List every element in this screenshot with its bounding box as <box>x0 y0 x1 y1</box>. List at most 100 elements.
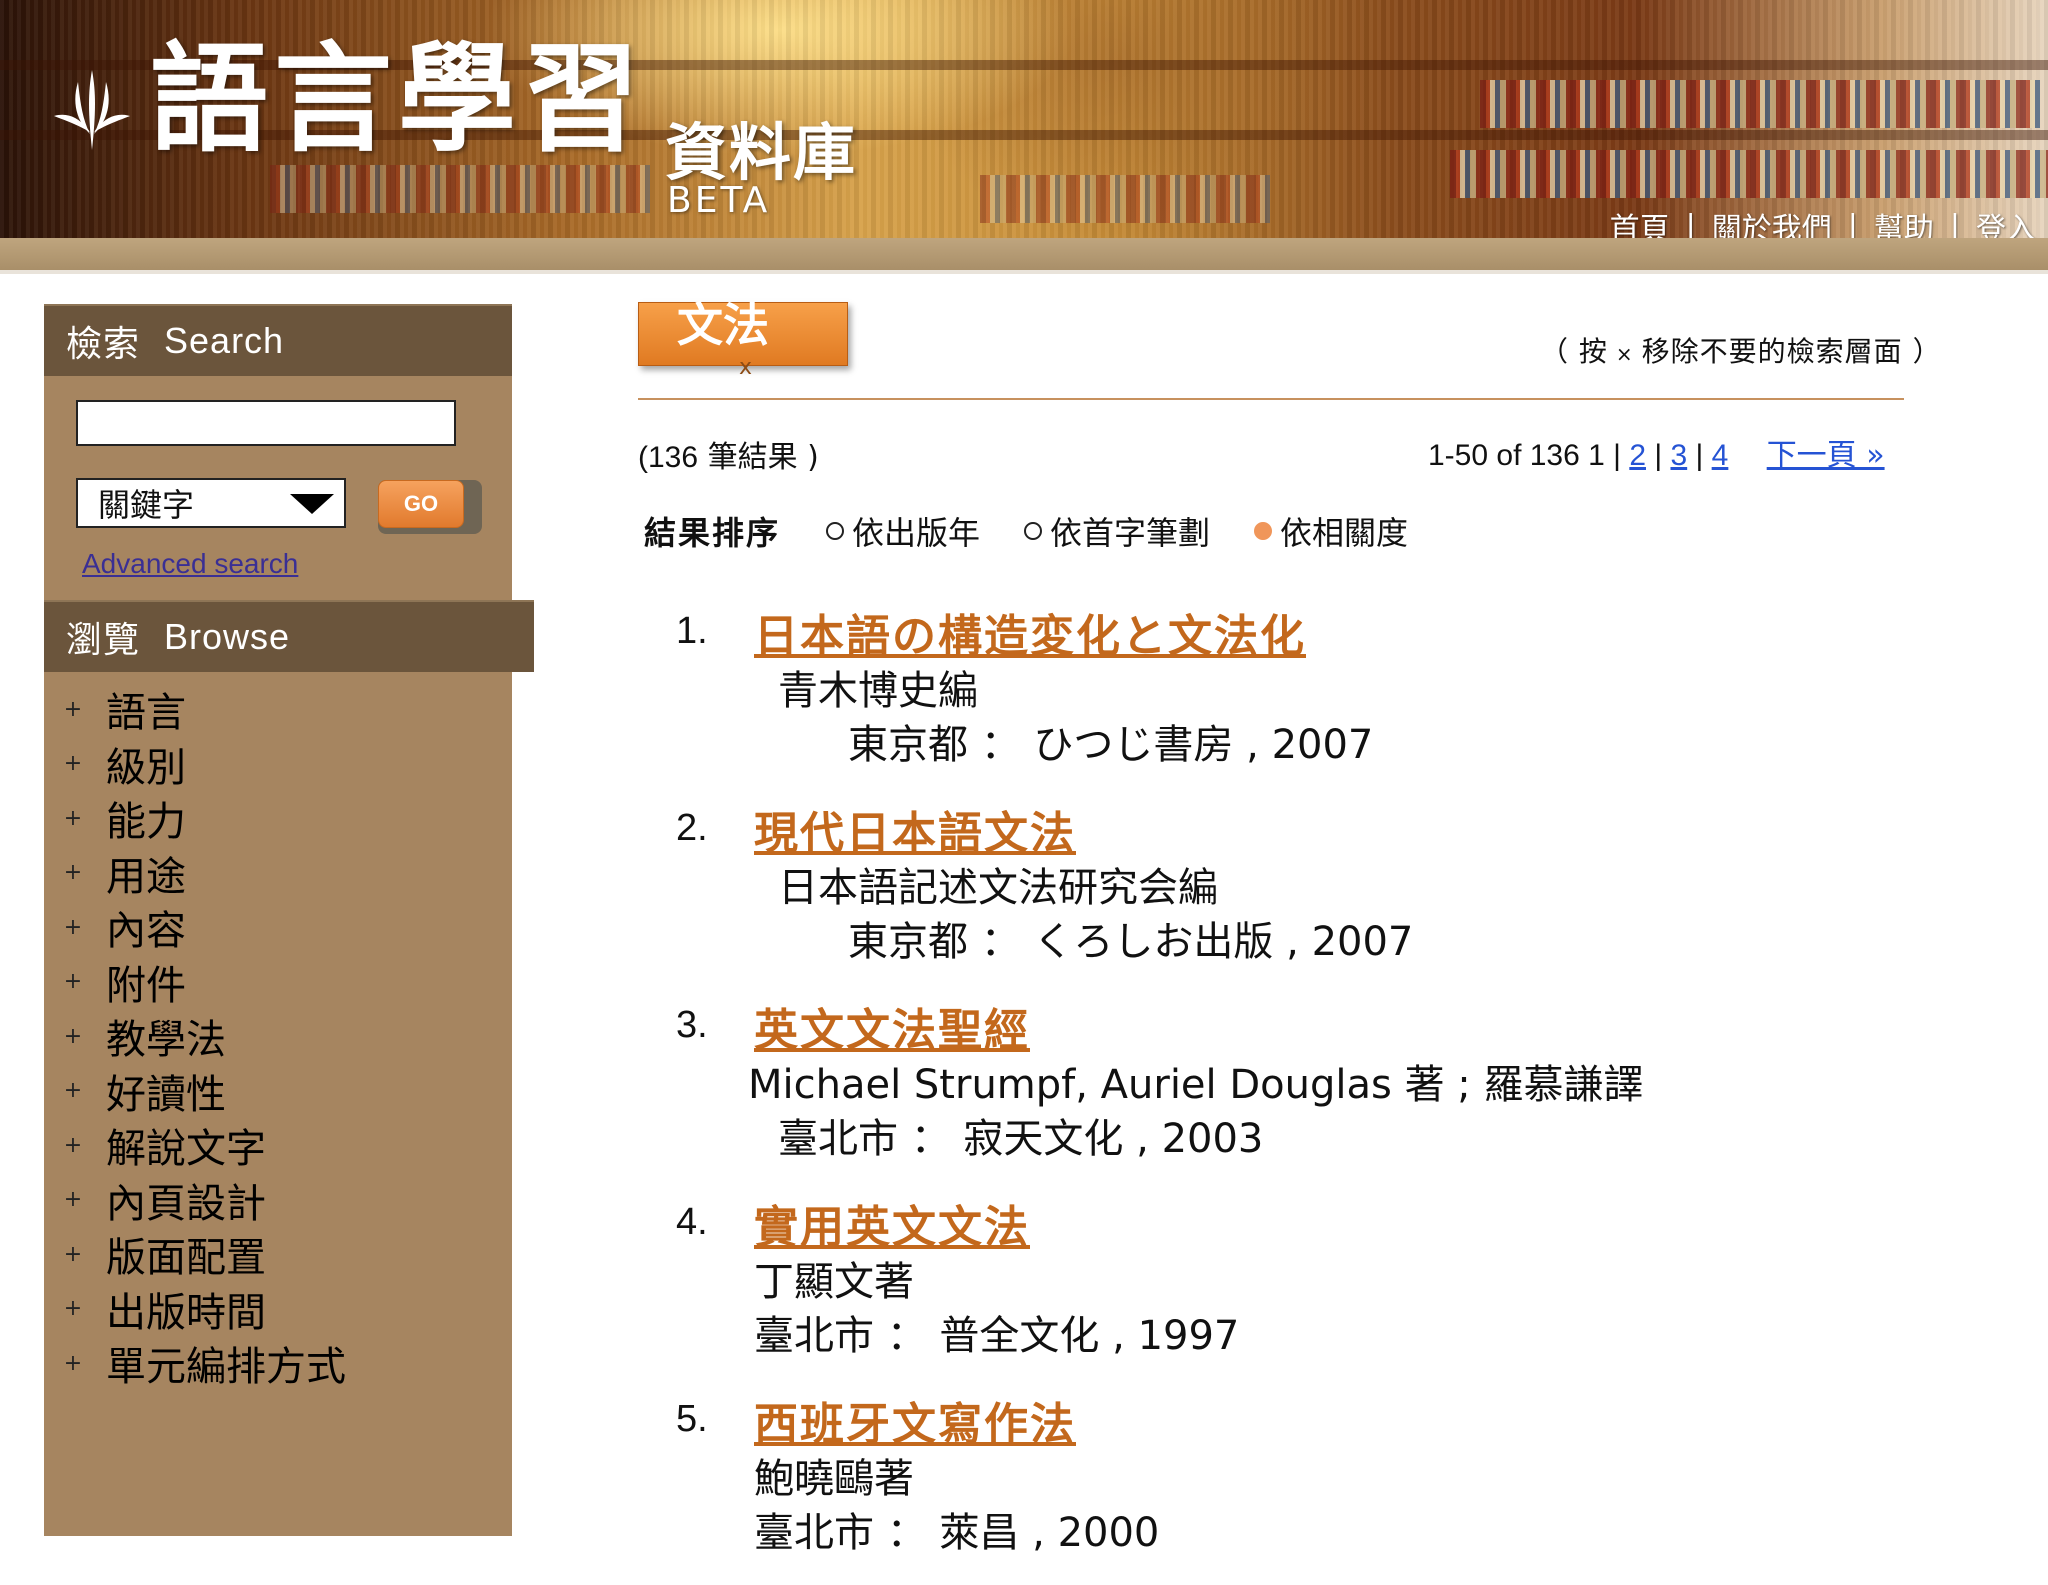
expand-plus-icon: + <box>63 1241 83 1267</box>
header-banner: 語言學習 資料庫 BETA 首頁 | 關於我們 | 幫助 | 登入 <box>0 0 2048 242</box>
beta-label: BETA <box>667 180 771 221</box>
pager-page-3[interactable]: 3 <box>1670 439 1687 472</box>
browse-item-readability[interactable]: + 好讀性 <box>62 1064 346 1119</box>
logo-title: 語言學習 <box>150 29 647 168</box>
result-title-link[interactable]: 現代日本語文法 <box>754 797 1076 861</box>
facet-label: 文法 <box>677 298 769 352</box>
result-publisher: 東京都 ： くろしお出版 , 2007 <box>848 919 1414 965</box>
result-author: 日本語記述文法研究会編 <box>778 865 1218 911</box>
browse-panel-title-en: Browse <box>164 616 291 657</box>
pager-range: 1-50 of 136 <box>1428 439 1580 472</box>
result-title-link[interactable]: 日本語の構造変化と文法化 <box>754 600 1306 664</box>
radio-selected-icon <box>1254 522 1273 540</box>
result-title-link[interactable]: 西班牙文寫作法 <box>754 1388 1076 1452</box>
expand-plus-icon: + <box>63 1187 83 1213</box>
sort-by-year[interactable]: 依出版年 <box>826 508 980 554</box>
browse-item-publish-time[interactable]: + 出版時間 <box>62 1282 346 1337</box>
sidebar: 檢索 Search 關鍵字 GO Advanced search 瀏覽 Brow… <box>44 304 534 1536</box>
browse-list: + 語言 + 級別 + 能力 + 用途 + 內容 + 附件 + 教學法 + 好讀性 + 解說文字 … <box>62 682 346 1391</box>
sort-by-stroke[interactable]: 依首字筆劃 <box>1024 508 1210 554</box>
result-number: 5. <box>676 1398 708 1440</box>
banner-books <box>980 175 1270 223</box>
sort-options: 結果排序 依出版年 依首字筆劃 依相關度 <box>644 508 1452 554</box>
nav-login[interactable]: 登入 <box>1976 204 2036 242</box>
remove-facet-hint: （ 按 × 移除不要的檢索層面 ） <box>1540 335 1942 368</box>
result-item: 2. 現代日本語文法 日本語記述文法研究会編 東京都 ： くろしお出版 , 20… <box>676 797 1976 994</box>
banner-divider <box>0 270 2048 274</box>
search-field-value: 關鍵字 <box>98 486 195 524</box>
pagination: 1-50 of 136 1 | 2 | 3 | 4 下一頁 » <box>1428 438 1885 473</box>
expand-plus-icon: + <box>63 969 83 995</box>
result-number: 3. <box>676 1004 708 1046</box>
expand-plus-icon: + <box>63 696 83 722</box>
results-list: 1. 日本語の構造変化と文法化 青木博史編 東京都 ： ひつじ書房 , 2007… <box>676 600 1976 1585</box>
sort-by-relevance[interactable]: 依相關度 <box>1254 508 1408 554</box>
result-item: 1. 日本語の構造変化と文法化 青木博史編 東京都 ： ひつじ書房 , 2007 <box>676 600 1976 797</box>
browse-panel-header: 瀏覽 Browse <box>44 600 534 672</box>
result-author: 青木博史編 <box>778 668 978 714</box>
expand-plus-icon: + <box>63 1132 83 1158</box>
search-panel-header: 檢索 Search <box>44 304 512 376</box>
result-title-link[interactable]: 英文文法聖經 <box>754 994 1030 1058</box>
logo-icon <box>54 70 130 150</box>
nav-separator: | <box>1685 208 1696 243</box>
pager-page-4[interactable]: 4 <box>1712 439 1729 472</box>
browse-item-teaching-method[interactable]: + 教學法 <box>62 1009 346 1064</box>
search-panel-title-en: Search <box>164 320 285 361</box>
expand-plus-icon: + <box>63 1078 83 1104</box>
result-count: (136 筆結果 ) <box>638 440 819 475</box>
nav-separator: | <box>1847 208 1858 243</box>
expand-plus-icon: + <box>63 1350 83 1376</box>
browse-item-layout[interactable]: + 版面配置 <box>62 1227 346 1282</box>
search-input[interactable] <box>76 400 456 446</box>
result-number: 2. <box>676 807 708 849</box>
browse-item-attachment[interactable]: + 附件 <box>62 955 346 1010</box>
expand-plus-icon: + <box>63 1023 83 1049</box>
result-author: 鮑曉鷗著 <box>754 1456 914 1502</box>
result-author: 丁顯文著 <box>754 1259 914 1305</box>
header-divider <box>638 398 1904 400</box>
browse-item-page-design[interactable]: + 內頁設計 <box>62 1173 346 1228</box>
browse-item-purpose[interactable]: + 用途 <box>62 846 346 901</box>
facet-remove-icon[interactable]: x <box>739 355 752 380</box>
browse-panel-title: 瀏覽 <box>66 620 141 661</box>
close-icon: × <box>1615 342 1634 366</box>
nav-about[interactable]: 關於我們 <box>1712 204 1832 242</box>
pager-current: 1 <box>1588 439 1605 472</box>
radio-icon <box>826 522 845 540</box>
pager-next-link[interactable]: 下一頁 » <box>1767 438 1885 473</box>
expand-plus-icon: + <box>63 1296 83 1322</box>
nav-help[interactable]: 幫助 <box>1874 204 1934 242</box>
logo-subtitle: 資料庫 <box>665 116 858 189</box>
advanced-search-link[interactable]: Advanced search <box>82 548 298 580</box>
dropdown-arrow-icon <box>290 494 334 514</box>
search-field-select[interactable]: 關鍵字 <box>76 478 346 528</box>
banner-books <box>1480 80 2040 128</box>
expand-plus-icon: + <box>63 805 83 831</box>
top-nav: 首頁 | 關於我們 | 幫助 | 登入 <box>1610 204 2036 243</box>
browse-item-unit-arrangement[interactable]: + 單元編排方式 <box>62 1336 346 1391</box>
result-number: 4. <box>676 1201 708 1243</box>
expand-plus-icon: + <box>63 860 83 886</box>
result-publisher: 東京都 ： ひつじ書房 , 2007 <box>848 722 1374 768</box>
go-button[interactable]: GO <box>378 480 464 528</box>
sort-label: 結果排序 <box>644 514 781 552</box>
result-publisher: 臺北市 ： 寂天文化 , 2003 <box>778 1116 1264 1162</box>
browse-item-content[interactable]: + 內容 <box>62 900 346 955</box>
browse-item-level[interactable]: + 級別 <box>62 737 346 792</box>
go-button-shadow: GO <box>378 480 482 534</box>
result-title-link[interactable]: 實用英文文法 <box>754 1191 1030 1255</box>
browse-item-skill[interactable]: + 能力 <box>62 791 346 846</box>
nav-separator: | <box>1949 208 1960 243</box>
browse-item-explanatory-text[interactable]: + 解說文字 <box>62 1118 346 1173</box>
expand-plus-icon: + <box>63 914 83 940</box>
result-item: 4. 實用英文文法 丁顯文著 臺北市 ： 普全文化 , 1997 <box>676 1191 1976 1388</box>
active-facet-tag[interactable]: 文法 x <box>638 298 848 380</box>
browse-item-language[interactable]: + 語言 <box>62 682 346 737</box>
result-item: 5. 西班牙文寫作法 鮑曉鷗著 臺北市 ： 萊昌 , 2000 <box>676 1388 1976 1585</box>
nav-home[interactable]: 首頁 <box>1610 204 1670 242</box>
result-publisher: 臺北市 ： 萊昌 , 2000 <box>754 1510 1160 1556</box>
banner-books <box>1450 150 2048 198</box>
result-number: 1. <box>676 610 708 652</box>
pager-page-2[interactable]: 2 <box>1629 439 1646 472</box>
